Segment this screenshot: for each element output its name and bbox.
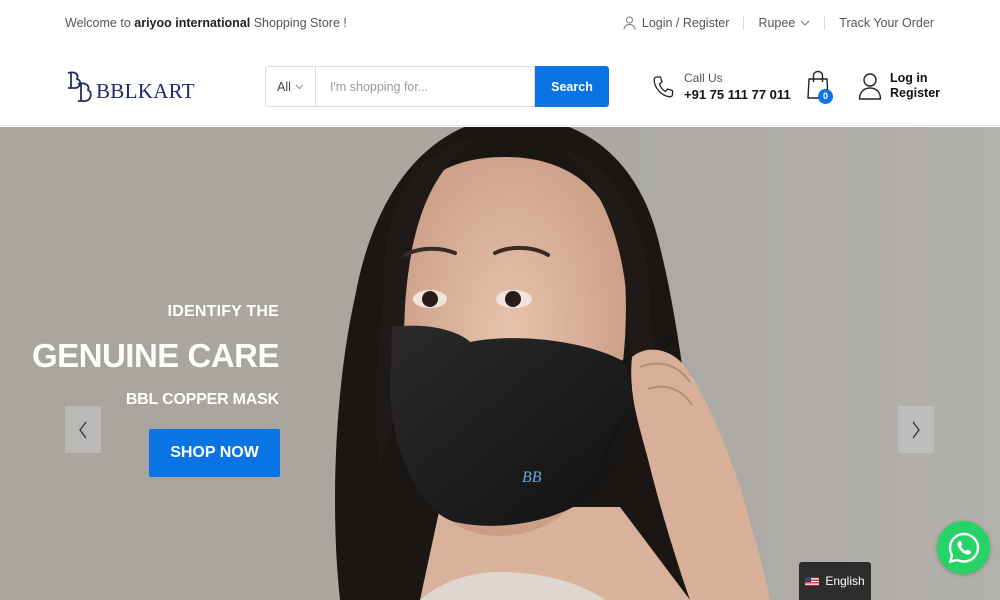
cart-button[interactable]: 0 — [806, 70, 836, 104]
divider — [824, 16, 826, 30]
phone-number[interactable]: +91 75 111 77 011 — [684, 86, 791, 103]
register-link[interactable]: Register — [890, 86, 940, 101]
track-order-link[interactable]: Track Your Order — [839, 16, 934, 30]
divider — [743, 16, 745, 30]
slider-prev-button[interactable] — [65, 406, 101, 453]
currency-selector[interactable]: Rupee — [758, 16, 810, 30]
shop-now-button[interactable]: SHOP NOW — [149, 429, 280, 477]
welcome-suffix: Shopping Store ! — [250, 16, 347, 30]
phone-icon — [653, 76, 674, 98]
top-bar: Welcome to ariyoo international Shopping… — [0, 0, 1000, 46]
call-label: Call Us — [684, 71, 723, 85]
cart-count-badge: 0 — [818, 89, 833, 104]
call-us: Call Us +91 75 111 77 011 — [652, 71, 791, 103]
slider-next-button[interactable] — [898, 406, 934, 453]
chevron-down-icon — [295, 84, 304, 89]
main-header: BBLKART All Search Call Us +91 75 111 77… — [0, 46, 1000, 126]
welcome-prefix: Welcome to — [65, 16, 135, 30]
currency-label: Rupee — [758, 16, 796, 30]
search-button[interactable]: Search — [535, 66, 609, 107]
hero-product-name: BBL COPPER MASK — [125, 391, 279, 408]
search-category-select[interactable]: All — [265, 66, 315, 107]
whatsapp-icon — [948, 532, 979, 563]
logo-text: BBLKART — [96, 79, 195, 103]
arrow-right-icon — [912, 421, 920, 438]
hero-headline: GENUINE CARE — [31, 337, 280, 374]
language-label: English — [825, 574, 865, 588]
store-name: ariyoo international — [134, 16, 251, 30]
login-register-link[interactable]: Login / Register — [623, 16, 730, 30]
user-icon — [623, 16, 636, 30]
search-input[interactable] — [315, 66, 535, 107]
svg-text:BB: BB — [522, 469, 542, 486]
hero-slider: BB IDENTIFY THE GENUINE CARE BBL COPPER … — [0, 127, 1000, 600]
login-register-label: Login / Register — [641, 16, 730, 30]
site-logo[interactable]: BBLKART — [65, 71, 195, 103]
hero-line-1: IDENTIFY THE — [167, 303, 279, 320]
welcome-message: Welcome to ariyoo international Shopping… — [65, 16, 347, 30]
language-switcher[interactable]: English — [799, 562, 871, 600]
chevron-down-icon — [800, 20, 810, 26]
us-flag-icon — [805, 576, 820, 586]
arrow-left-icon — [79, 421, 87, 438]
whatsapp-chat-button[interactable] — [937, 521, 990, 574]
account-icon — [858, 73, 882, 100]
login-link[interactable]: Log in — [890, 71, 940, 86]
account-menu[interactable]: Log in Register — [858, 71, 940, 101]
search-bar: All Search — [265, 66, 609, 107]
search-category-label: All — [277, 79, 291, 94]
bbl-logo-icon — [67, 71, 92, 102]
top-links: Login / Register Rupee Track Your Order — [623, 16, 934, 30]
